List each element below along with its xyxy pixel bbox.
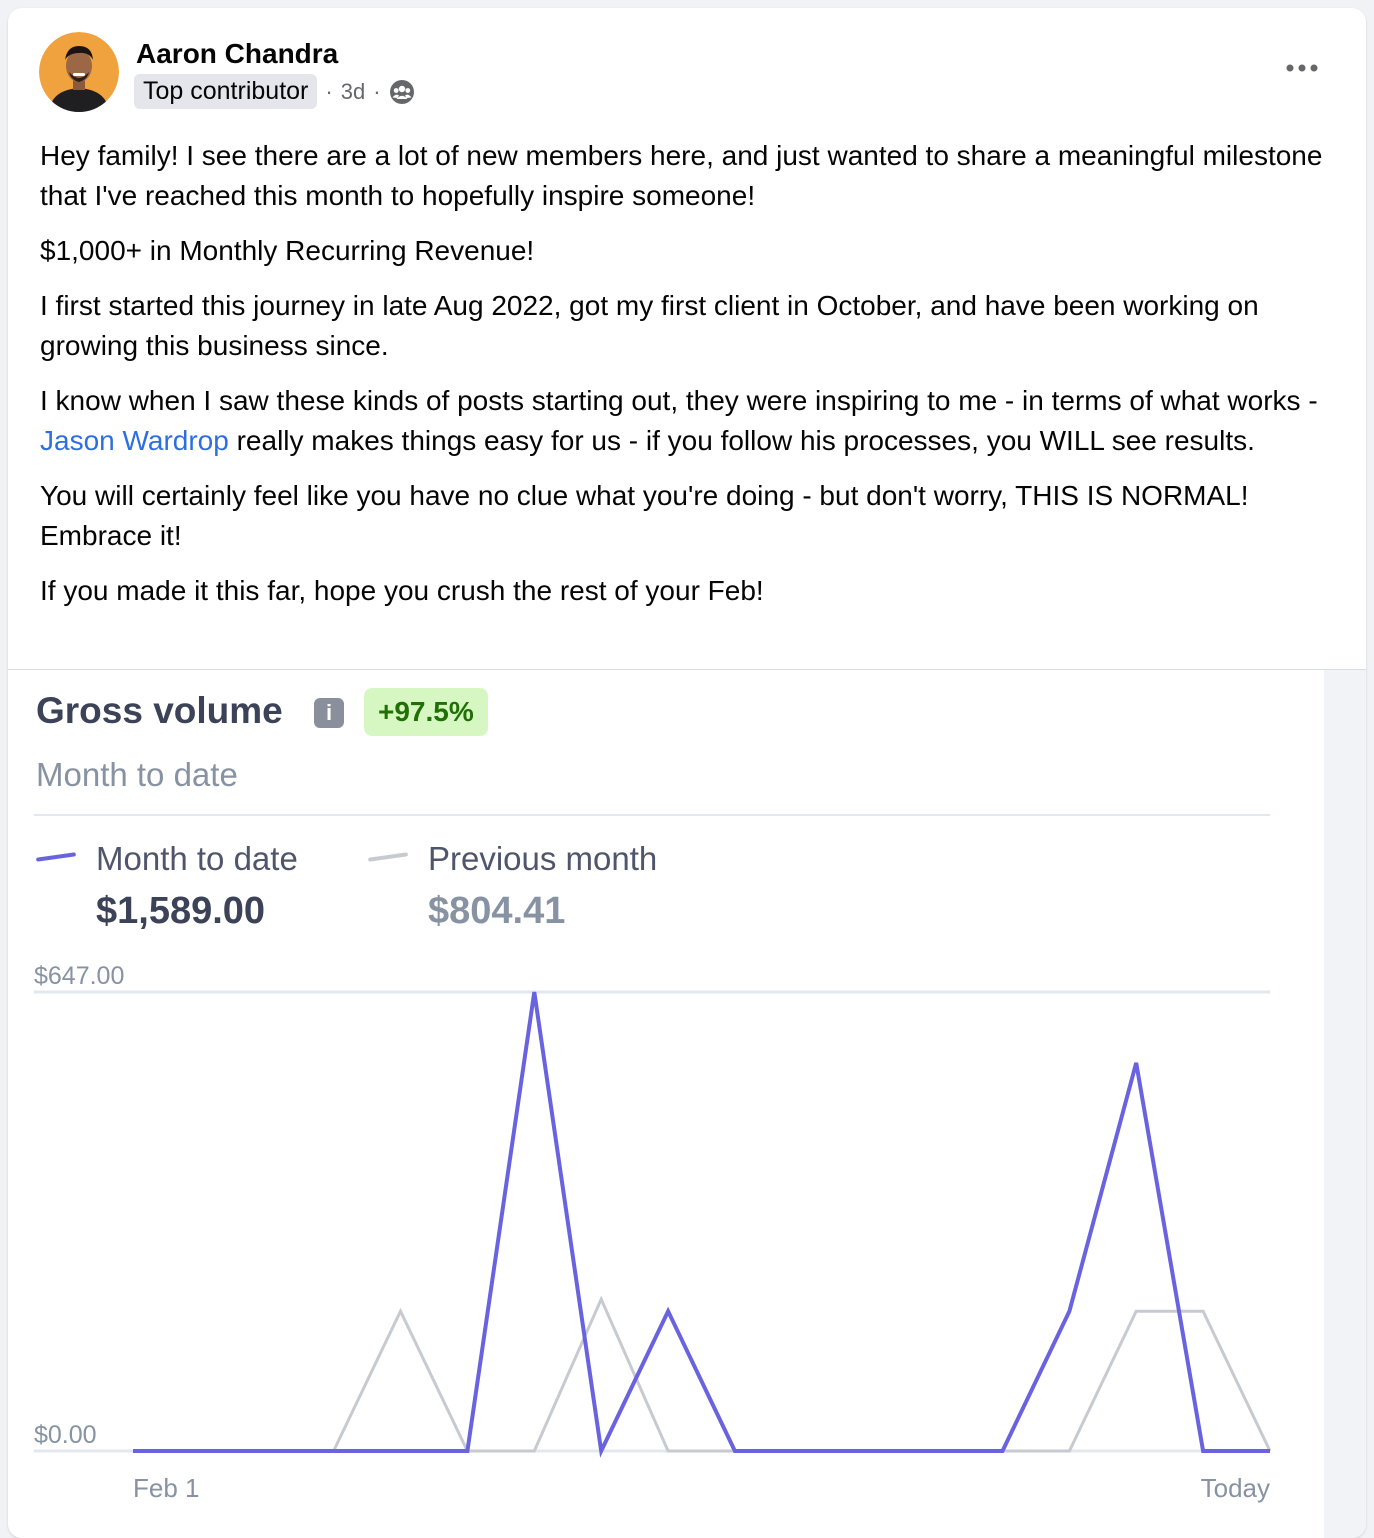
post-meta: Top contributor · 3d · <box>134 74 415 109</box>
gross-volume-chart: $647.00 $0.00 Feb 1 Today <box>34 962 1272 1503</box>
y-tick-label-max: $647.00 <box>34 962 124 990</box>
y-tick-label-min: $0.00 <box>34 1421 97 1449</box>
post-paragraph: Hey family! I see there are a lot of new… <box>40 140 1323 211</box>
avatar[interactable] <box>39 32 119 112</box>
meta-separator: · <box>325 78 333 104</box>
top-contributor-badge[interactable]: Top contributor <box>134 74 318 109</box>
post-paragraph: I first started this journey in late Aug… <box>40 290 1259 361</box>
more-horizontal-icon <box>1286 64 1318 72</box>
post-paragraph: I know when I saw these kinds of posts s… <box>40 381 1330 461</box>
post-card: Aaron Chandra Top contributor · 3d · Hey… <box>8 8 1366 1538</box>
meta-separator-2: · <box>373 78 381 104</box>
avatar-image <box>39 32 119 112</box>
post-text-segment: really makes things easy for us - if you… <box>228 425 1255 456</box>
post-paragraph: You will certainly feel like you have no… <box>40 480 1249 551</box>
author-name[interactable]: Aaron Chandra <box>136 38 338 70</box>
x-tick-label-end: Today <box>1201 1473 1270 1503</box>
post-timestamp[interactable]: 3d <box>341 79 365 105</box>
post-body: Hey family! I see there are a lot of new… <box>40 136 1330 626</box>
post-text-segment: I know when I saw these kinds of posts s… <box>40 385 1318 416</box>
series-line-previous-month <box>133 1295 1272 1453</box>
more-options-button[interactable] <box>1282 56 1322 80</box>
mention-link[interactable]: Jason Wardrop <box>40 425 229 456</box>
post-paragraph: If you made it this far, hope you crush … <box>40 575 764 606</box>
image-edge-strip <box>1324 670 1366 1538</box>
post-image[interactable]: Gross volume i +97.5% Month to date Mont… <box>8 670 1366 1538</box>
group-icon <box>389 79 414 104</box>
series-line-month-to-date <box>133 991 1270 1458</box>
x-tick-label-start: Feb 1 <box>133 1473 200 1503</box>
post-paragraph: $1,000+ in Monthly Recurring Revenue! <box>40 235 535 266</box>
